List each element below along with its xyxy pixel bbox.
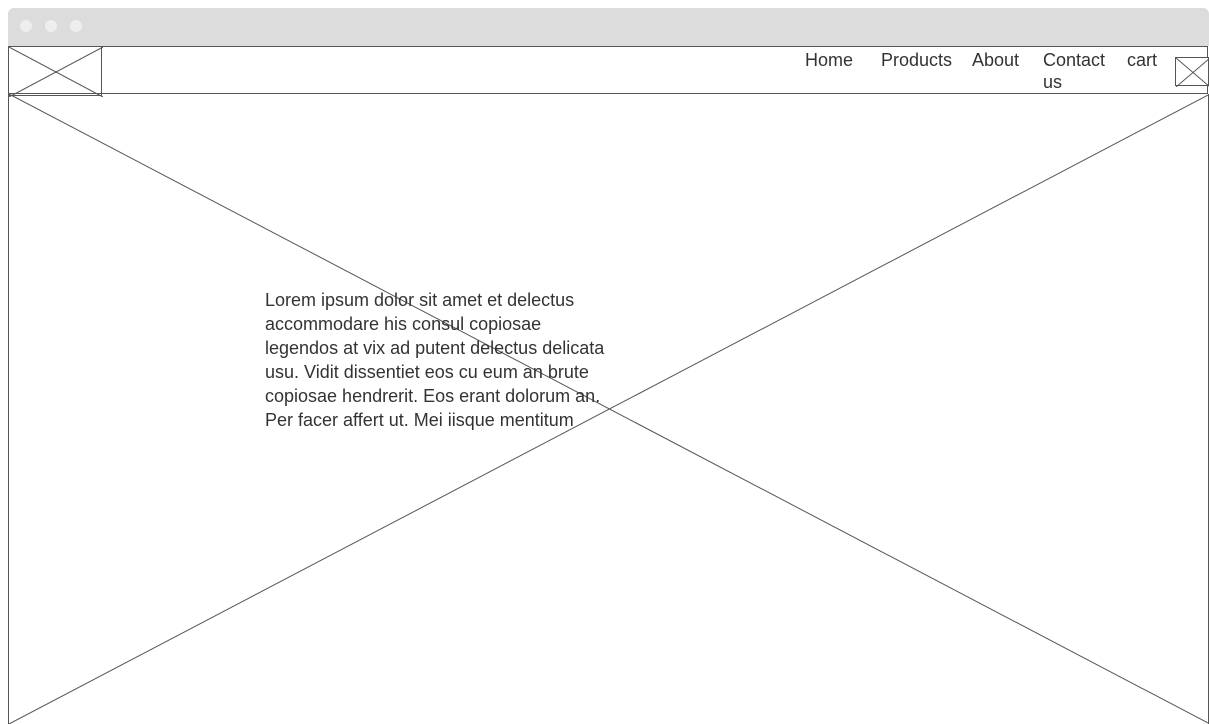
nav-contact-us-link[interactable]: Contact us: [1043, 49, 1117, 93]
hero-placeholder-cross-icon: [9, 94, 1208, 724]
nav-cart-link[interactable]: cart: [1127, 49, 1157, 71]
cart-placeholder-cross-icon: [1176, 58, 1209, 87]
nav-about-link[interactable]: About: [972, 49, 1019, 71]
window-control-maximize[interactable]: [70, 20, 82, 32]
hero-image-placeholder: Lorem ipsum dolor sit amet et delectus a…: [8, 94, 1209, 724]
hero-text: Lorem ipsum dolor sit amet et delectus a…: [265, 290, 605, 430]
wireframe-page: Home Products About Contact us cart Lore…: [0, 0, 1209, 724]
window-control-minimize[interactable]: [45, 20, 57, 32]
nav-home-link[interactable]: Home: [805, 49, 853, 71]
site-header: Home Products About Contact us cart: [8, 46, 1209, 97]
cart-image-placeholder-icon[interactable]: [1175, 57, 1209, 87]
nav-products-link[interactable]: Products: [881, 49, 952, 71]
logo-placeholder-cross-icon: [9, 47, 103, 97]
window-control-close[interactable]: [20, 20, 32, 32]
logo-image-placeholder-icon[interactable]: [8, 46, 103, 97]
browser-titlebar: [8, 8, 1209, 46]
